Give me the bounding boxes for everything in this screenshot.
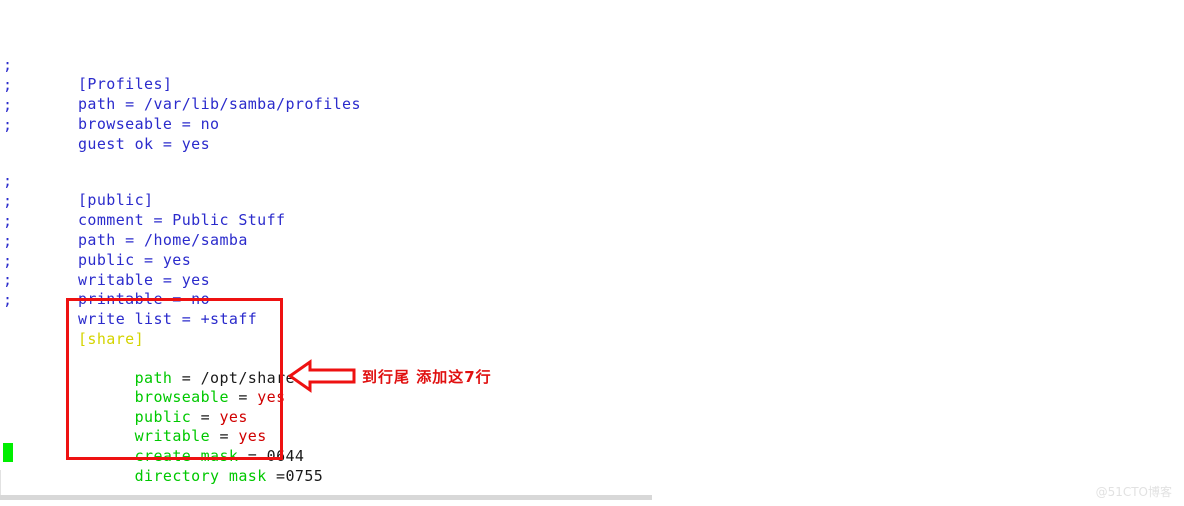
code-line: ; writable = yes [0, 232, 38, 252]
code-line: ; comment = Public Stuff [0, 172, 38, 192]
code-line-share-browseable: browseable = yes [0, 349, 38, 369]
code-line-text: write list = +staff [78, 310, 257, 330]
config-key: directory mask [135, 467, 267, 485]
code-line-text: [public] [78, 191, 153, 211]
share-section-header: [share] [78, 330, 144, 350]
code-line-share-writable: writable = yes [0, 388, 38, 408]
code-line-text: comment = Public Stuff [78, 211, 285, 231]
left-border-rule [0, 470, 1, 495]
code-line: ; write list = +staff [0, 271, 38, 291]
code-line: ; public = yes [0, 212, 38, 232]
code-line-text: printable = no [78, 290, 210, 310]
code-line-share-section: [share] [0, 310, 38, 330]
code-line-text: browseable = no [78, 115, 219, 135]
left-arrow-icon [288, 358, 356, 394]
code-line-text: writable = yes [78, 271, 210, 291]
code-line-share-path: path = /opt/share [0, 330, 38, 350]
code-line: ; [Profiles] [0, 36, 38, 56]
watermark: @51CTO博客 [1096, 483, 1172, 500]
code-line-share-create-mask: create mask = 0644 [0, 408, 38, 428]
comment-marker: ; [3, 291, 43, 311]
code-line-text: [Profiles] [78, 75, 172, 95]
config-value: 0755 [286, 467, 324, 485]
code-line-share-public: public = yes [0, 369, 38, 389]
code-line-text: public = yes [78, 251, 191, 271]
code-editor-canvas[interactable]: ; [Profiles] ; path = /var/lib/samba/pro… [0, 0, 1184, 492]
code-line: ; browseable = no [0, 76, 38, 96]
code-line: ; guest ok = yes [0, 96, 38, 116]
annotation-text: 到行尾 添加这7行 [362, 366, 492, 387]
text-cursor [3, 443, 13, 462]
code-line: ; printable = no [0, 251, 38, 271]
code-line: ; [public] [0, 152, 38, 172]
code-line-text: guest ok = yes [78, 135, 210, 155]
code-line-text: path = /home/samba [78, 231, 248, 251]
horizontal-scrollbar[interactable] [0, 495, 652, 500]
config-value: yes [257, 388, 285, 406]
config-equals: = [267, 467, 286, 485]
code-line: ; path = /home/samba [0, 192, 38, 212]
code-line-text: path = /var/lib/samba/profiles [78, 95, 361, 115]
code-line: ; path = /var/lib/samba/profiles [0, 56, 38, 76]
comment-marker: ; [3, 116, 43, 136]
